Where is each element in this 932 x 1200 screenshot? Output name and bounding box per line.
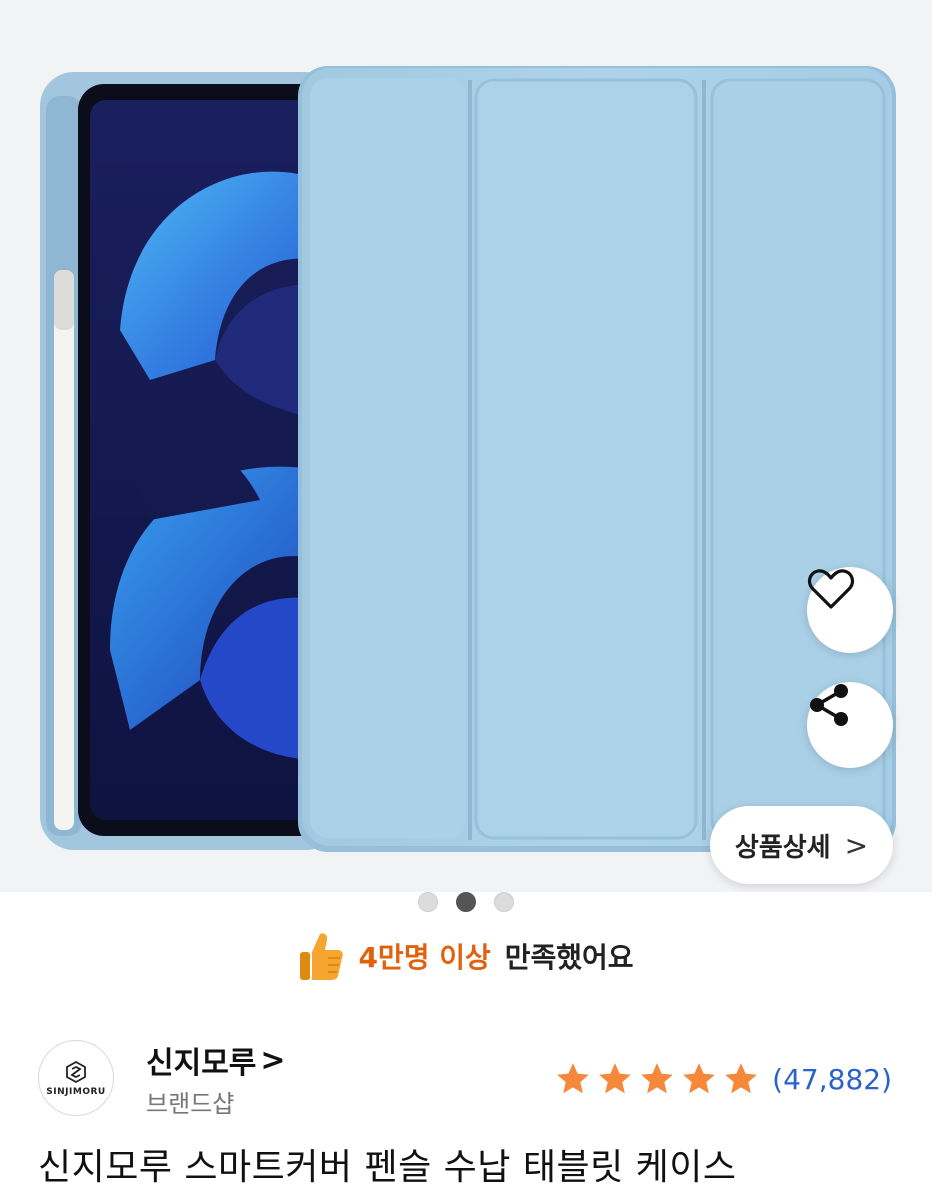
- brand-subtitle: 브랜드샵: [146, 1090, 235, 1118]
- chevron-right-icon: >: [260, 1042, 286, 1078]
- thumbs-up-icon: [300, 933, 344, 980]
- product-image-carousel[interactable]: 상품상세 >: [0, 0, 932, 892]
- review-count: (47,882): [772, 1062, 892, 1096]
- carousel-indicator: [0, 892, 932, 912]
- star-icon: [557, 1063, 590, 1094]
- rating-summary[interactable]: (47,882): [554, 1060, 892, 1098]
- product-image: [40, 66, 896, 852]
- brand-mark-icon: [66, 1060, 86, 1083]
- brand-name: 신지모루: [146, 1046, 257, 1081]
- share-button[interactable]: [807, 682, 893, 768]
- product-detail-label: 상품상세: [734, 832, 831, 863]
- heart-icon: [807, 569, 855, 609]
- brand-row: SINJIMORU 신지모루 > 브랜드샵 (47,882): [38, 1038, 892, 1118]
- star-icon: [641, 1063, 674, 1094]
- like-button[interactable]: [807, 567, 893, 653]
- star-icon: [683, 1063, 716, 1094]
- share-icon: [810, 684, 848, 726]
- brand-logo-text: SINJIMORU: [46, 1086, 106, 1097]
- product-detail-button[interactable]: 상품상세 >: [710, 806, 893, 884]
- carousel-dot[interactable]: [494, 892, 514, 912]
- satisfaction-highlight: 4만명 이상: [358, 941, 491, 974]
- satisfaction-banner: 4만명 이상 만족했어요: [0, 930, 932, 982]
- star-rating: [554, 1060, 760, 1098]
- satisfaction-text: 만족했어요: [504, 941, 634, 974]
- carousel-dot-active[interactable]: [456, 892, 476, 912]
- carousel-dot[interactable]: [418, 892, 438, 912]
- product-title: 신지모루 스마트커버 펜슬 수납 태블릿 케이스: [38, 1147, 737, 1188]
- star-icon: [599, 1063, 632, 1094]
- star-icon: [725, 1063, 758, 1094]
- chevron-right-icon: >: [844, 828, 869, 862]
- brand-name-link[interactable]: 신지모루 >: [146, 1038, 286, 1082]
- brand-logo[interactable]: SINJIMORU: [38, 1040, 114, 1116]
